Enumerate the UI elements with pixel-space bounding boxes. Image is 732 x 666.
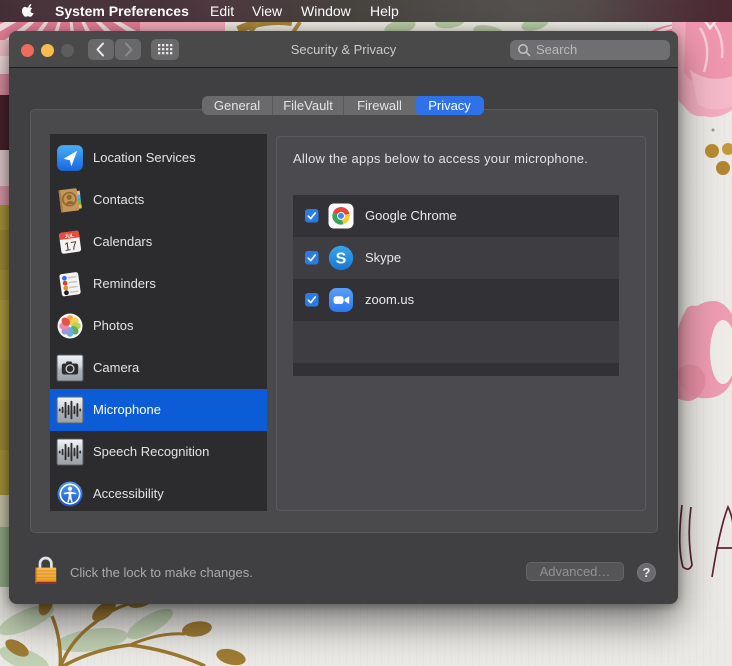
svg-text:17: 17 <box>63 238 78 254</box>
svg-text:S: S <box>336 251 347 268</box>
